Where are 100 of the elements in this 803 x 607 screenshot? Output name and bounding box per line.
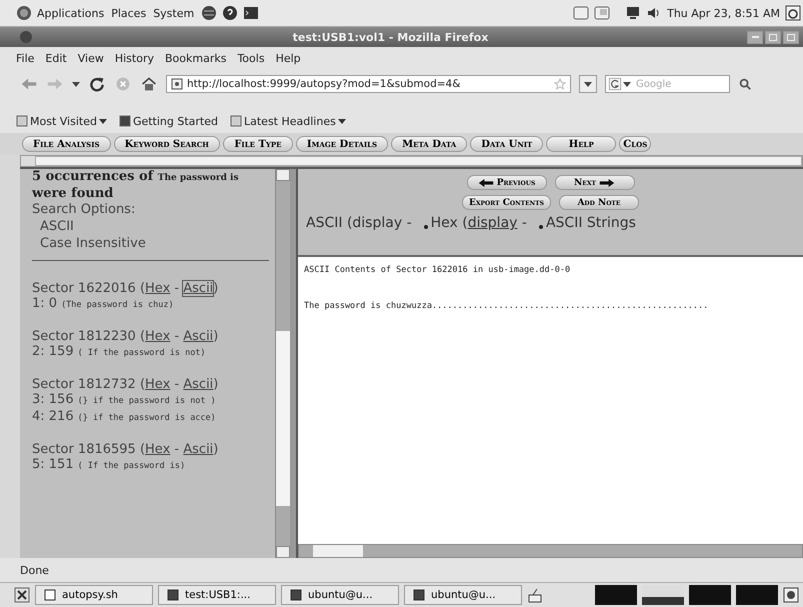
hit-snippet: ( If the password is not) [78,347,206,360]
caret-icon [584,80,592,88]
menu-item[interactable]: File [16,52,34,64]
hit-snippet: (The password is chuz) [61,299,174,312]
reload-icon[interactable] [88,76,106,92]
app-icon [44,589,56,601]
horizontal-scrollbar[interactable] [20,155,803,167]
hit-snippet: (} if the password is not ) [78,395,216,408]
panel-menu[interactable]: System [153,6,194,20]
autopsy-tab-button[interactable]: Image Details [296,136,388,152]
previous-button[interactable]: Previous [466,175,546,190]
sector-link[interactable]: Hex [145,442,170,457]
workspace-switcher-item[interactable] [689,585,731,605]
globe-icon[interactable] [201,5,218,21]
autopsy-tab-button[interactable]: Data Unit [470,136,544,152]
autopsy-tab-button[interactable]: Help [546,136,616,152]
viewer-button[interactable]: Add Note [558,195,639,210]
sector-link[interactable]: Ascii [183,377,214,392]
menu-item[interactable]: Bookmarks [164,52,226,64]
app-icon [413,589,425,601]
computer-icon[interactable] [625,5,642,21]
star-icon[interactable] [554,78,566,90]
home-icon[interactable] [140,76,158,92]
autopsy-tab-button[interactable]: Keyword Search [114,136,220,152]
power-icon[interactable] [785,5,801,21]
bookmark-item[interactable]: Getting Started [118,114,218,128]
sector-link[interactable]: Ascii [183,329,214,344]
sector-link[interactable]: Hex [145,377,170,392]
sector-link[interactable]: Hex [145,329,170,344]
clock[interactable]: Thu Apr 23, 8:51 AM [667,6,780,20]
autopsy-tab-button[interactable]: File Analysis [22,136,111,152]
show-desktop-icon[interactable] [14,587,30,603]
next-button[interactable]: Next [554,175,634,190]
autopsy-tab-button[interactable]: Clos [619,136,652,152]
menu-item[interactable]: Tools [237,52,265,64]
view-option: ASCII Strings [538,215,636,231]
sector-link[interactable]: Ascii [183,281,214,296]
firefox-icon [18,29,34,45]
hit-snippet: (} if the password is acce) [78,412,216,425]
panel-menu[interactable]: Applications [37,6,104,20]
content-text: The password is chuzwuzza...................................................... [304,301,710,311]
hit-offset: 3: 156 [32,392,74,408]
caret-icon[interactable] [623,80,631,88]
sector-heading: Sector 1622016 (Hex - Ascii) [32,281,218,296]
content-title: ASCII Contents of Sector 1622016 in usb-image.dd-0-0 [304,265,572,275]
horizontal-scrollbar[interactable] [298,544,803,558]
taskbar-button[interactable]: autopsy.sh [35,585,153,605]
app-icon [167,589,179,601]
hit-offset: 1: 0 [32,296,58,312]
bookmark-icon [118,115,131,127]
maximize-button[interactable] [765,30,781,44]
sector-link[interactable]: Hex [145,281,170,296]
right-arrow-icon [598,178,615,188]
url-dropdown-button[interactable] [579,75,597,93]
viewer-button[interactable]: Export Contents [462,195,551,210]
view-option: Hex (display - [424,215,527,231]
menu-item[interactable]: Edit [45,52,67,64]
bookmark-item[interactable]: Most Visited [16,114,107,128]
google-icon[interactable] [609,78,621,90]
left-arrow-icon [478,178,494,188]
hit-offset: 4: 216 [32,409,74,425]
sector-heading: Sector 1812732 (Hex - Ascii) [32,377,218,392]
app-icon [290,589,302,601]
hit-offset: 2: 159 [32,344,74,360]
menu-item[interactable]: History [114,52,154,64]
bookmark-item[interactable]: Latest Headlines [230,114,346,128]
view-link[interactable]: display [468,215,518,231]
taskbar-button[interactable]: ubuntu@u... [404,585,522,605]
autopsy-tab-button[interactable]: File Type [222,136,293,152]
taskbar-button[interactable]: test:USB1:... [158,585,276,605]
minimize-button[interactable] [747,30,763,44]
status-text: Done [20,564,49,576]
menu-item[interactable]: Help [276,52,301,64]
workspace-switcher-item[interactable] [595,585,637,605]
search-options-label: Search Options: [32,201,136,218]
workspace-switcher-item[interactable] [736,585,778,605]
autopsy-tab-button[interactable]: Meta Data [391,136,468,152]
caret-icon [98,117,107,125]
taskbar-button[interactable]: ubuntu@u... [281,585,399,605]
search-icon[interactable] [738,76,752,92]
view-option: ASCII (display - [306,215,412,231]
close-button[interactable] [783,30,799,44]
sector-link[interactable]: Ascii [183,442,214,457]
bookmark-icon [16,115,28,127]
help-icon[interactable] [222,5,238,21]
hit-offset: 5: 151 [32,457,74,473]
search-option: ASCII [32,218,269,235]
menu-item[interactable]: View [78,52,104,64]
terminal-icon[interactable] [243,5,260,21]
results-heading: 5 occurrences of The password is were found [32,169,240,201]
sector-heading: Sector 1816595 (Hex - Ascii) [32,442,218,457]
panel-menu[interactable]: Places [111,6,146,20]
window-icon[interactable] [573,5,590,21]
caret-icon[interactable] [72,80,80,88]
vertical-scrollbar[interactable] [275,169,290,558]
address-bar[interactable]: http://localhost:9999/autopsy?mod=1&submod=4& [166,75,571,93]
search-field[interactable]: Google [605,75,730,93]
window-icon[interactable] [594,5,610,21]
search-option: Case Insensitive [32,235,269,252]
sector-heading: Sector 1812230 (Hex - Ascii) [32,329,218,344]
